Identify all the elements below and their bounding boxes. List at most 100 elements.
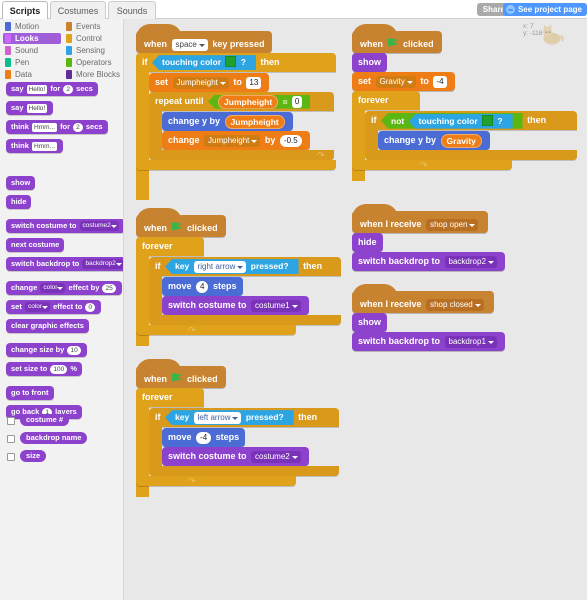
- change-y-bar[interactable]: change y by Jumpheight: [162, 112, 293, 131]
- message-dropdown[interactable]: shop open: [426, 218, 479, 231]
- palette-block-go-to-front[interactable]: go to front: [6, 386, 54, 400]
- move-steps-bar[interactable]: move 4 steps: [162, 277, 243, 296]
- if-then-header[interactable]: if touching color ? then: [136, 53, 336, 72]
- key-dropdown[interactable]: left arrow: [193, 411, 242, 424]
- if-then-header[interactable]: if key right arrow pressed? then: [149, 257, 341, 276]
- color-swatch[interactable]: [225, 56, 237, 68]
- number-field[interactable]: 2: [63, 84, 74, 94]
- block-switch-costume[interactable]: switch costume to costume2: [162, 446, 339, 466]
- color-swatch[interactable]: [482, 114, 494, 126]
- change-variable-bar[interactable]: change Jumpheight by -0.5: [162, 131, 310, 150]
- condition-key-pressed[interactable]: key right arrow pressed?: [165, 259, 299, 275]
- backdrop-dropdown[interactable]: backdrop2: [444, 255, 497, 268]
- palette-block-set-effect[interactable]: set color effect to 0: [6, 300, 102, 314]
- condition-touching-color[interactable]: touching color ?: [408, 113, 513, 129]
- hat-when-flag-clicked[interactable]: when clicked: [136, 208, 226, 237]
- operator-not[interactable]: not touching color ?: [381, 112, 523, 129]
- block-switch-costume[interactable]: switch costume to costume1: [162, 295, 341, 315]
- see-project-page-button[interactable]: See project page: [502, 3, 587, 16]
- category-control[interactable]: Control: [64, 33, 122, 44]
- set-variable-bar[interactable]: set Gravity to -4: [352, 72, 455, 91]
- script-jump[interactable]: when space key pressed if touching color…: [136, 24, 336, 200]
- hat-when-i-receive[interactable]: when I receive shop open: [352, 204, 489, 233]
- value-field[interactable]: -4: [433, 75, 447, 88]
- variable-dropdown[interactable]: Jumpheight: [204, 134, 261, 147]
- number-field[interactable]: 25: [102, 283, 116, 293]
- show-bar[interactable]: show: [352, 313, 388, 332]
- operator-equals[interactable]: Jumpheight = 0: [208, 94, 311, 109]
- move-steps-bar[interactable]: move -4 steps: [162, 428, 246, 447]
- block-change-y-by[interactable]: change y by Jumpheight: [162, 111, 336, 131]
- hat-when-flag-clicked[interactable]: when clicked: [136, 359, 226, 388]
- block-palette[interactable]: Motion Looks Sound Pen Data Events Contr…: [0, 19, 124, 600]
- tab-sounds[interactable]: Sounds: [108, 1, 156, 19]
- if-then-header[interactable]: if not touching color ? then: [365, 111, 577, 130]
- block-switch-backdrop[interactable]: switch backdrop to backdrop2: [352, 251, 505, 271]
- message-dropdown[interactable]: shop closed: [426, 298, 484, 311]
- number-field[interactable]: 10: [67, 345, 81, 355]
- palette-block-next-costume[interactable]: next costume: [6, 238, 65, 252]
- checkbox-size[interactable]: [7, 453, 15, 461]
- costume-dropdown[interactable]: costume2: [251, 450, 301, 463]
- checkbox-backdrop-name[interactable]: [7, 435, 15, 443]
- block-if-then[interactable]: if touching color ? then set Jumpheight …: [136, 52, 336, 200]
- block-forever[interactable]: forever if key right arrow pressed? then: [136, 236, 341, 346]
- block-change-y-by-gravity[interactable]: change y by Gravity: [378, 130, 577, 150]
- script-shop-closed[interactable]: when I receive shop closed show switch b…: [352, 284, 505, 351]
- palette-block-say[interactable]: say Hello!: [6, 101, 54, 115]
- if-then-header[interactable]: if key left arrow pressed? then: [149, 408, 339, 427]
- value-field[interactable]: 0: [291, 96, 303, 109]
- palette-block-change-effect[interactable]: change color effect by 25: [6, 281, 122, 295]
- effect-dropdown[interactable]: color: [24, 302, 51, 313]
- category-sensing[interactable]: Sensing: [64, 45, 122, 56]
- switch-costume-bar[interactable]: switch costume to costume2: [162, 447, 309, 466]
- variable-reporter[interactable]: Gravity: [440, 133, 482, 148]
- variable-reporter[interactable]: Jumpheight: [218, 95, 279, 109]
- palette-block-hide[interactable]: hide: [6, 195, 32, 209]
- repeat-until-header[interactable]: repeat until Jumpheight = 0: [149, 92, 334, 111]
- palette-block-change-size[interactable]: change size by 10: [6, 343, 87, 357]
- number-field[interactable]: 0: [85, 302, 96, 312]
- block-if-key-pressed[interactable]: if key left arrow pressed? then move -4 …: [149, 407, 339, 476]
- block-forever[interactable]: forever if key left arrow pressed? then: [136, 387, 339, 497]
- value-field[interactable]: 13: [246, 76, 262, 89]
- palette-block-set-size[interactable]: set size to 100 %: [6, 362, 82, 376]
- variable-dropdown[interactable]: Gravity: [375, 75, 416, 88]
- switch-costume-bar[interactable]: switch costume to costume1: [162, 296, 309, 315]
- category-more-blocks[interactable]: More Blocks: [64, 69, 122, 80]
- palette-block-think[interactable]: think Hmm...: [6, 139, 63, 153]
- block-set-variable[interactable]: set Jumpheight to 13: [149, 72, 336, 92]
- checkbox-costume-number[interactable]: [7, 417, 15, 425]
- palette-block-think-for-secs[interactable]: think Hmm... for 2 secs: [6, 120, 108, 134]
- show-bar[interactable]: show: [352, 53, 388, 72]
- set-variable-bar[interactable]: set Jumpheight to 13: [149, 73, 270, 92]
- number-field[interactable]: 2: [73, 122, 83, 132]
- hat-when-flag-clicked[interactable]: when clicked: [352, 24, 442, 53]
- palette-block-switch-backdrop[interactable]: switch backdrop to backdrop2: [6, 257, 123, 271]
- palette-block-say-for-secs[interactable]: say Hello! for 2 secs: [6, 82, 98, 96]
- forever-header[interactable]: forever: [136, 388, 204, 407]
- block-show[interactable]: show: [352, 312, 505, 332]
- switch-backdrop-bar[interactable]: switch backdrop to backdrop1: [352, 332, 505, 351]
- backdrop-dropdown[interactable]: backdrop2: [82, 259, 123, 270]
- script-gravity[interactable]: when clicked show set Gravity to -4 fore…: [352, 24, 577, 181]
- block-move-steps[interactable]: move 4 steps: [162, 276, 341, 296]
- block-hide[interactable]: hide: [352, 232, 505, 252]
- effect-dropdown[interactable]: color: [40, 283, 66, 294]
- backdrop-dropdown[interactable]: backdrop1: [444, 335, 497, 348]
- category-looks[interactable]: Looks: [3, 33, 61, 44]
- script-shop-open[interactable]: when I receive shop open hide switch bac…: [352, 204, 505, 271]
- change-y-bar[interactable]: change y by Gravity: [378, 131, 490, 150]
- palette-block-clear-graphic-effects[interactable]: clear graphic effects: [6, 319, 89, 333]
- hat-when-key-pressed[interactable]: when space key pressed: [136, 24, 273, 53]
- palette-block-switch-costume[interactable]: switch costume to costume2: [6, 219, 123, 233]
- text-field[interactable]: Hmm...: [32, 141, 57, 151]
- costume-dropdown[interactable]: costume2: [79, 221, 119, 232]
- costume-dropdown[interactable]: costume1: [251, 299, 301, 312]
- number-field[interactable]: 100: [50, 364, 68, 374]
- value-field[interactable]: 4: [196, 280, 209, 293]
- block-show[interactable]: show: [352, 52, 577, 72]
- reporter-costume-number[interactable]: costume #: [20, 414, 70, 426]
- hat-when-i-receive[interactable]: when I receive shop closed: [352, 284, 494, 313]
- category-motion[interactable]: Motion: [3, 21, 61, 32]
